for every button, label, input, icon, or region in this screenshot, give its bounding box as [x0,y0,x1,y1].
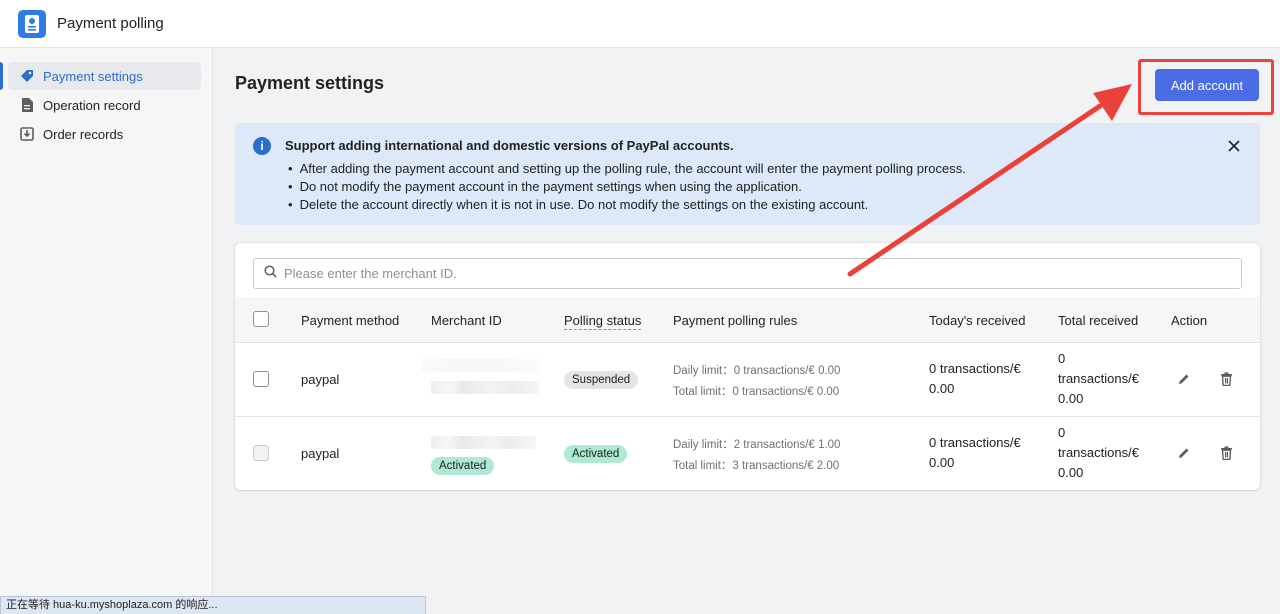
daily-limit: Daily limit：2 transactions/€ 1.00 [673,439,841,451]
merchant-status-badge: Activated [431,457,495,475]
page-title: Payment settings [235,73,385,93]
row-checkbox[interactable] [253,371,269,387]
document-icon [20,98,34,112]
table-row: paypal Activated Activated Daily limit：2… [235,417,1260,491]
banner-list-item: After adding the payment account and set… [288,160,966,178]
today-received: 0 transactions/€ 0.00 [929,435,1021,470]
search-field[interactable] [253,258,1242,289]
header-polling-status[interactable]: Polling status [564,313,642,330]
header-action: Action [1171,313,1208,328]
top-bar: Payment polling [0,0,1280,48]
trash-icon[interactable] [1217,444,1235,462]
banner-list: After adding the payment account and set… [288,160,966,214]
banner-list-item: Delete the account directly when it is n… [288,196,966,214]
search-input[interactable] [284,266,1184,281]
sidebar-item-label: Payment settings [43,68,143,84]
total-limit: Total limit：3 transactions/€ 2.00 [673,460,840,472]
info-icon: i [253,137,271,155]
app-logo-icon [18,9,46,38]
sidebar-item-payment-settings[interactable]: Payment settings [0,62,201,90]
app-title: Payment polling [57,15,164,32]
tag-dollar-icon [20,69,34,83]
accounts-card: Payment method Merchant ID Polling statu… [235,243,1260,490]
sidebar-item-operation-record[interactable]: Operation record [8,91,201,119]
total-limit: Total limit：0 transactions/€ 0.00 [673,386,840,398]
search-icon [264,264,277,283]
sidebar-item-label: Operation record [43,97,141,113]
header-total-received: Total received [1058,313,1139,328]
total-received: 0 transactions/€ 0.00 [1058,351,1139,406]
banner-title: Support adding international and domesti… [285,138,734,153]
trash-icon[interactable] [1217,370,1235,388]
header-today-received: Today's received [929,313,1026,328]
status-badge: Activated [564,445,628,463]
status-badge: Suspended [564,371,639,389]
total-received: 0 transactions/€ 0.00 [1058,425,1139,480]
merchant-id-redacted [431,436,536,449]
header-polling-rules: Payment polling rules [673,313,798,328]
add-account-button[interactable]: Add account [1155,69,1259,101]
banner-list-item: Do not modify the payment account in the… [288,178,966,196]
daily-limit: Daily limit：0 transactions/€ 0.00 [673,365,841,377]
payment-method: paypal [301,446,340,461]
table-row: paypal Suspended Daily limit：0 transacti… [235,343,1260,417]
merchant-id-redacted [421,359,539,372]
sidebar-item-label: Order records [43,126,124,142]
select-all-checkbox[interactable] [253,311,269,327]
edit-icon[interactable] [1175,370,1193,388]
import-icon [20,127,34,141]
close-icon[interactable] [1223,135,1245,157]
header-merchant-id: Merchant ID [431,313,502,328]
merchant-id-redacted [431,381,539,394]
sidebar: Payment settings Operation record Order … [0,48,213,614]
row-checkbox[interactable] [253,445,269,461]
edit-icon[interactable] [1175,444,1193,462]
today-received: 0 transactions/€ 0.00 [929,361,1021,396]
table-header: Payment method Merchant ID Polling statu… [235,297,1260,343]
header-payment-method: Payment method [301,313,400,328]
payment-method: paypal [301,372,340,387]
info-banner: i Support adding international and domes… [235,123,1260,225]
browser-status-bar: 正在等待 hua-ku.myshoplaza.com 的响应... [0,596,426,614]
sidebar-item-order-records[interactable]: Order records [8,120,201,148]
